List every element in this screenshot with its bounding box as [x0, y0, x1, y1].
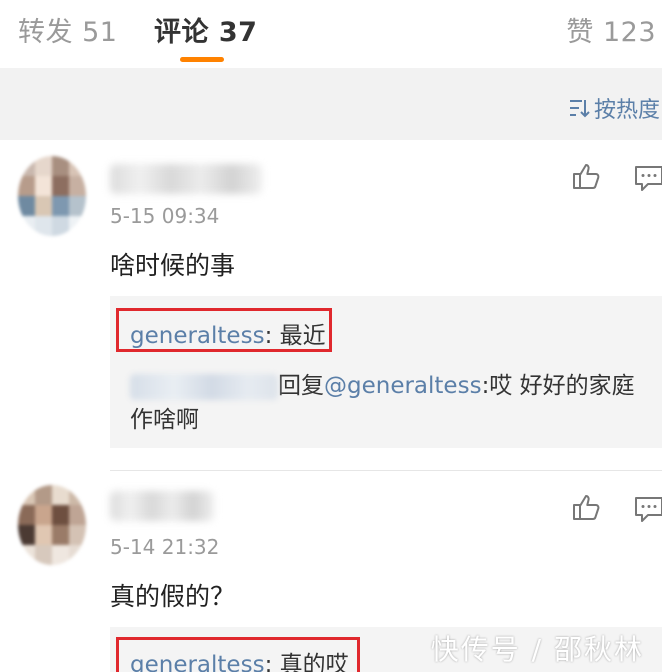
reply-prefix: 回复: [278, 373, 324, 399]
comment-reply-icon[interactable]: [632, 162, 662, 194]
watermark: 快传号 / 邵秋林: [430, 633, 644, 666]
sort-label: 按热度: [593, 98, 660, 123]
comment-reply-icon[interactable]: [632, 493, 662, 525]
thumbs-up-icon[interactable]: [570, 160, 602, 192]
comment-text: 真的假的？: [110, 582, 236, 611]
tab-bar: 转发 51 评论 37 赞 123: [0, 0, 662, 68]
comment-item: 5-15 09:34 啥时候的事 generaltess: 最近 回复@gene…: [0, 140, 662, 470]
username-blurred[interactable]: [110, 491, 214, 521]
active-tab-indicator: [180, 57, 224, 62]
comment-text: 啥时候的事: [110, 251, 236, 280]
reply-box[interactable]: generaltess: 最近 回复@generaltess:哎 好好的家庭 作…: [110, 296, 662, 448]
reply-text: :哎 好好的家庭: [481, 373, 635, 399]
thumbs-up-icon[interactable]: [570, 491, 602, 523]
reply-mention-link[interactable]: @generaltess: [324, 373, 482, 399]
comment-time: 5-14 21:32: [110, 535, 220, 559]
reply-username-blurred[interactable]: [130, 373, 278, 400]
tab-reposts[interactable]: 转发 51: [18, 10, 117, 49]
username-blurred[interactable]: [110, 164, 262, 194]
sort-bar: 按热度: [0, 68, 662, 140]
reply-text-continued: 作啥啊: [130, 407, 199, 433]
reply-item: 回复@generaltess:哎 好好的家庭: [130, 366, 635, 400]
avatar[interactable]: [18, 156, 86, 236]
sort-by-hot-button[interactable]: 按热度: [568, 92, 660, 124]
avatar[interactable]: [18, 485, 86, 565]
tab-likes[interactable]: 赞 123: [566, 10, 656, 49]
highlight-box: [116, 637, 360, 672]
comment-time: 5-15 09:34: [110, 204, 220, 228]
tab-comments[interactable]: 评论 37: [154, 10, 257, 49]
highlight-box: [116, 308, 332, 352]
sort-icon: [569, 100, 590, 118]
